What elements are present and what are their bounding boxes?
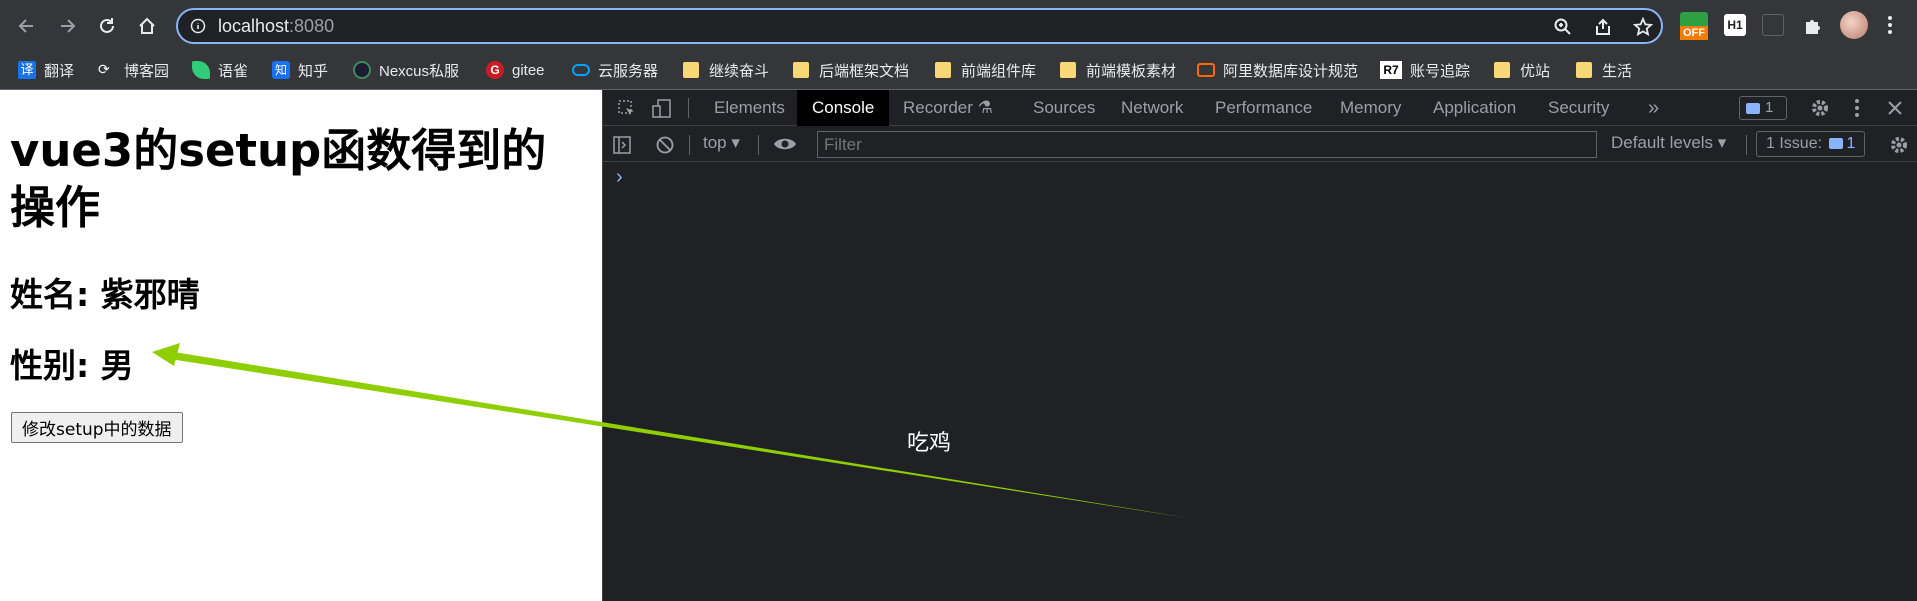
bookmark-translate[interactable]: 译翻译 <box>18 57 74 83</box>
more-tabs-button[interactable]: » <box>1648 90 1659 126</box>
web-page: vue3的setup函数得到的操作 姓名: 紫邪晴 性别: 男 修改setup中… <box>0 90 602 601</box>
modify-data-button[interactable]: 修改setup中的数据 <box>11 412 183 443</box>
eye-icon[interactable] <box>773 136 797 152</box>
close-icon[interactable] <box>1887 100 1903 116</box>
translate-icon: 译 <box>18 61 36 79</box>
console-settings-icon[interactable] <box>1889 135 1909 155</box>
tab-application[interactable]: Application <box>1433 90 1516 126</box>
aliyun-icon <box>1197 63 1215 77</box>
address-url: localhost:8080 <box>218 16 335 36</box>
clear-console-icon[interactable] <box>655 135 675 155</box>
avatar[interactable] <box>1840 11 1868 39</box>
forward-button[interactable] <box>49 8 85 44</box>
bookmark-folder-backend-docs[interactable]: 后端框架文档 <box>793 57 909 83</box>
nexus-icon <box>353 61 371 79</box>
bookmark-cloud-server[interactable]: 云服务器 <box>572 57 658 83</box>
tab-sources[interactable]: Sources <box>1033 90 1095 126</box>
info-icon <box>190 18 206 34</box>
dropdown-triangle-icon: ▾ <box>1717 133 1727 152</box>
bookmark-folder-life[interactable]: 生活 <box>1576 57 1632 83</box>
reload-icon <box>100 18 114 33</box>
home-button[interactable] <box>129 8 165 44</box>
h1-extension-icon[interactable]: H1 <box>1724 14 1746 36</box>
folder-icon <box>935 62 951 78</box>
puzzle-icon[interactable] <box>1802 15 1824 37</box>
bookmark-gitee[interactable]: Ggitee <box>486 57 545 83</box>
browser-toolbar: localhost:8080 OFF H1 <box>0 0 1917 52</box>
zoom-icon[interactable] <box>1553 17 1573 37</box>
bookmark-folder-frontend-templates[interactable]: 前端模板素材 <box>1060 57 1176 83</box>
devtools-tab-bar: Elements Console Recorder ⚗ Sources Netw… <box>603 90 1917 126</box>
bookmark-folder-youzhan[interactable]: 优站 <box>1494 57 1550 83</box>
folder-icon <box>1060 62 1076 78</box>
console-toolbar: top ▾ Default levels ▾ 1 Issue: 1 <box>603 127 1917 162</box>
arrow-left-icon <box>18 19 33 33</box>
context-selector[interactable]: top ▾ <box>703 133 740 153</box>
settings-gear-icon[interactable] <box>1810 98 1830 118</box>
extension-off-icon[interactable]: OFF <box>1680 12 1708 40</box>
folder-icon <box>1576 62 1592 78</box>
bookmarks-bar: 译翻译 ⟳ 博客园 语雀 知知乎 Nexcus私服 Ggitee 云服务器 继续奋… <box>0 52 1917 90</box>
tab-console[interactable]: Console <box>797 90 890 126</box>
bookmark-folder-fight[interactable]: 继续奋斗 <box>683 57 769 83</box>
folder-icon <box>1494 62 1510 78</box>
back-button[interactable] <box>9 8 45 44</box>
annotation-caption: 吃鸡 <box>907 431 952 456</box>
tab-memory[interactable]: Memory <box>1340 90 1401 126</box>
extension-icon[interactable] <box>1762 14 1784 36</box>
tab-performance[interactable]: Performance <box>1215 90 1312 126</box>
tab-recorder[interactable]: Recorder ⚗ <box>903 90 993 126</box>
cloud-icon <box>572 64 590 76</box>
r7-icon: R7 <box>1380 61 1402 79</box>
bookmark-aliyun-db-spec[interactable]: 阿里数据库设计规范 <box>1197 57 1358 83</box>
yuque-icon <box>192 61 210 79</box>
bookmark-cnblogs[interactable]: ⟳ 博客园 <box>98 57 169 83</box>
issues-counter[interactable]: 1 <box>1739 96 1787 120</box>
bookmark-zhihu[interactable]: 知知乎 <box>272 57 328 83</box>
message-icon <box>1746 102 1760 114</box>
star-icon[interactable] <box>1633 17 1653 37</box>
tab-security[interactable]: Security <box>1548 90 1609 126</box>
bookmark-folder-frontend-components[interactable]: 前端组件库 <box>935 57 1036 83</box>
arrow-right-icon <box>61 19 76 33</box>
gitee-icon: G <box>486 61 504 79</box>
message-icon <box>1829 138 1844 150</box>
share-icon[interactable] <box>1593 17 1613 37</box>
tab-network[interactable]: Network <box>1121 90 1183 126</box>
dropdown-triangle-icon: ▾ <box>731 133 740 152</box>
kebab-menu-icon[interactable] <box>1884 14 1896 36</box>
log-levels-dropdown[interactable]: Default levels ▾ <box>1611 133 1726 153</box>
page-title: vue3的setup函数得到的操作 <box>10 124 547 234</box>
gender-line: 性别: 男 <box>10 346 134 385</box>
bookmark-yuque[interactable]: 语雀 <box>192 57 248 83</box>
console-prompt[interactable]: › <box>616 166 623 189</box>
zhihu-icon: 知 <box>272 61 290 79</box>
bookmark-account-tracking[interactable]: R7 账号追踪 <box>1380 57 1470 83</box>
folder-icon <box>683 62 699 78</box>
issues-button[interactable]: 1 Issue: 1 <box>1756 131 1866 157</box>
sidebar-toggle-icon[interactable] <box>612 135 632 155</box>
bookmark-nexus[interactable]: Nexcus私服 <box>353 57 459 83</box>
filter-input[interactable] <box>817 131 1597 158</box>
flask-icon: ⚗ <box>977 98 993 117</box>
folder-icon <box>793 62 809 78</box>
inspect-element-icon[interactable] <box>617 99 637 119</box>
address-bar[interactable]: localhost:8080 <box>176 8 1663 44</box>
devtools-panel: Elements Console Recorder ⚗ Sources Netw… <box>602 90 1917 601</box>
devtools-kebab-icon[interactable] <box>1853 98 1861 118</box>
name-line: 姓名: 紫邪晴 <box>10 275 200 314</box>
device-toolbar-icon[interactable] <box>651 98 673 120</box>
tab-elements[interactable]: Elements <box>714 90 785 126</box>
cnblogs-icon: ⟳ <box>98 61 110 77</box>
home-icon <box>139 17 155 34</box>
reload-button[interactable] <box>89 8 125 44</box>
